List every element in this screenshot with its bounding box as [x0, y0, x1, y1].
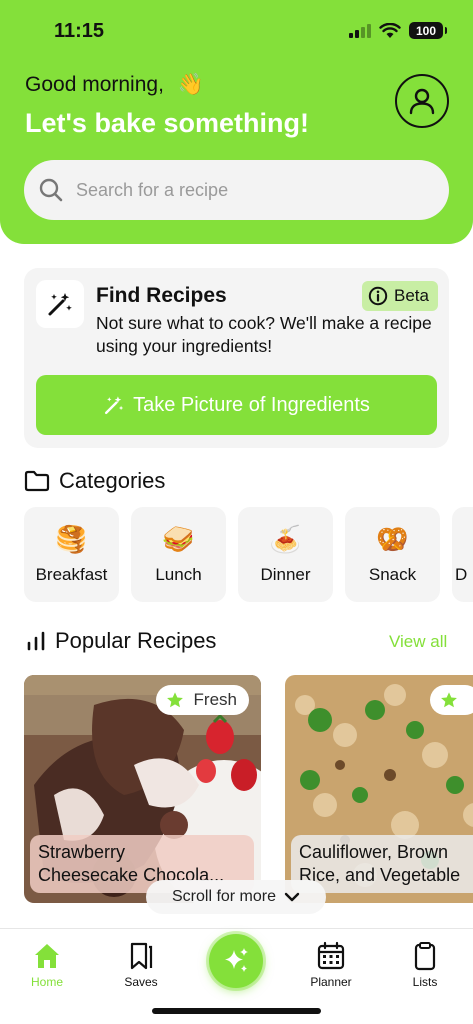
greeting-text: Good morning,	[25, 73, 164, 96]
header: 11:15 100 Good morning, 👋 Let's bake som…	[0, 0, 473, 244]
greeting: Good morning, 👋	[25, 73, 204, 97]
bar-chart-icon	[27, 631, 45, 651]
recipe-title-line1: Strawberry	[38, 842, 126, 862]
category-snack[interactable]: 🥨 Snack	[345, 507, 440, 602]
category-dinner[interactable]: 🍝 Dinner	[238, 507, 333, 602]
find-recipes-description: Not sure what to cook? We'll make a reci…	[96, 313, 432, 356]
view-all-link[interactable]: View all	[389, 632, 447, 652]
category-lunch[interactable]: 🥪 Lunch	[131, 507, 226, 602]
magic-wand-icon	[48, 293, 72, 316]
fresh-label: Fresh	[193, 690, 237, 709]
category-dessert[interactable]: D	[452, 507, 473, 602]
tab-saves[interactable]: Saves	[106, 941, 176, 989]
status-bar: 11:15 100	[0, 0, 473, 60]
signal-icon	[349, 23, 371, 38]
bookmarks-icon	[130, 942, 153, 970]
popular-title: Popular Recipes	[55, 628, 217, 653]
home-icon	[35, 944, 59, 968]
category-breakfast[interactable]: 🥞 Breakfast	[24, 507, 119, 602]
wand-icon-box	[36, 280, 84, 328]
magic-wand-icon	[105, 396, 124, 415]
pancakes-icon: 🥞	[55, 524, 88, 554]
star-icon	[441, 692, 457, 708]
recipe-card[interactable]: Fresh Strawberry Cheesecake Chocola...	[24, 675, 261, 903]
magic-fab-button[interactable]	[209, 934, 263, 988]
recipes-carousel: Fresh Strawberry Cheesecake Chocola... C…	[24, 667, 473, 907]
star-icon	[166, 692, 183, 708]
take-picture-label: Take Picture of Ingredients	[133, 393, 370, 416]
calendar-icon	[317, 941, 345, 970]
chevron-down-icon	[284, 892, 300, 902]
tab-saves-label: Saves	[124, 975, 158, 989]
fresh-badge	[430, 685, 473, 715]
search-bar[interactable]	[24, 160, 449, 220]
popular-heading: Popular Recipes	[26, 628, 216, 654]
spaghetti-icon: 🍝	[269, 524, 302, 554]
wave-emoji: 👋	[177, 73, 204, 96]
tab-planner[interactable]: Planner	[296, 941, 366, 989]
status-time: 11:15	[54, 20, 105, 42]
beta-label: Beta	[394, 286, 429, 305]
battery-icon: 100	[409, 22, 447, 39]
page-title: Let's bake something!	[25, 108, 309, 138]
find-recipes-title: Find Recipes	[96, 284, 227, 307]
sparkles-icon	[225, 948, 248, 972]
wifi-icon	[379, 22, 401, 38]
category-label: D	[455, 564, 468, 584]
search-icon	[39, 178, 63, 202]
categories-heading: Categories	[24, 468, 165, 494]
beta-badge[interactable]: Beta	[362, 281, 438, 311]
info-icon	[368, 286, 388, 306]
category-label: Lunch	[155, 565, 202, 584]
recipe-title-line1: Cauliflower, Brown	[299, 842, 449, 862]
search-input[interactable]	[76, 179, 416, 201]
tab-lists-label: Lists	[412, 975, 438, 989]
scroll-for-more-button[interactable]: Scroll for more	[146, 880, 326, 914]
category-label: Snack	[368, 565, 417, 584]
categories-title: Categories	[59, 468, 166, 493]
sandwich-icon: 🥪	[162, 524, 195, 554]
profile-button[interactable]	[395, 74, 449, 128]
take-picture-button[interactable]: Take Picture of Ingredients	[36, 375, 437, 435]
fresh-badge: Fresh	[155, 685, 249, 715]
recipe-title-line2: Rice, and Vegetable	[299, 865, 461, 885]
tab-home-label: Home	[30, 975, 63, 989]
pretzel-icon: 🥨	[376, 524, 409, 554]
folder-icon	[24, 470, 50, 492]
categories-list: 🥞 Breakfast 🥪 Lunch 🍝 Dinner 🥨 Snack D	[24, 507, 473, 603]
home-indicator	[152, 1008, 321, 1014]
category-label: Breakfast	[35, 565, 108, 584]
scroll-for-more-label: Scroll for more	[171, 888, 277, 905]
status-icons: 100	[349, 22, 447, 39]
tab-lists[interactable]: Lists	[390, 941, 460, 989]
find-recipes-card: Find Recipes Beta Not sure what to cook?…	[24, 268, 449, 448]
category-label: Dinner	[260, 565, 311, 584]
tab-planner-label: Planner	[310, 975, 352, 989]
tab-home[interactable]: Home	[12, 941, 82, 989]
clipboard-icon	[414, 942, 436, 971]
recipe-card[interactable]: Cauliflower, Brown Rice, and Vegetable	[285, 675, 473, 903]
user-icon	[409, 88, 435, 115]
